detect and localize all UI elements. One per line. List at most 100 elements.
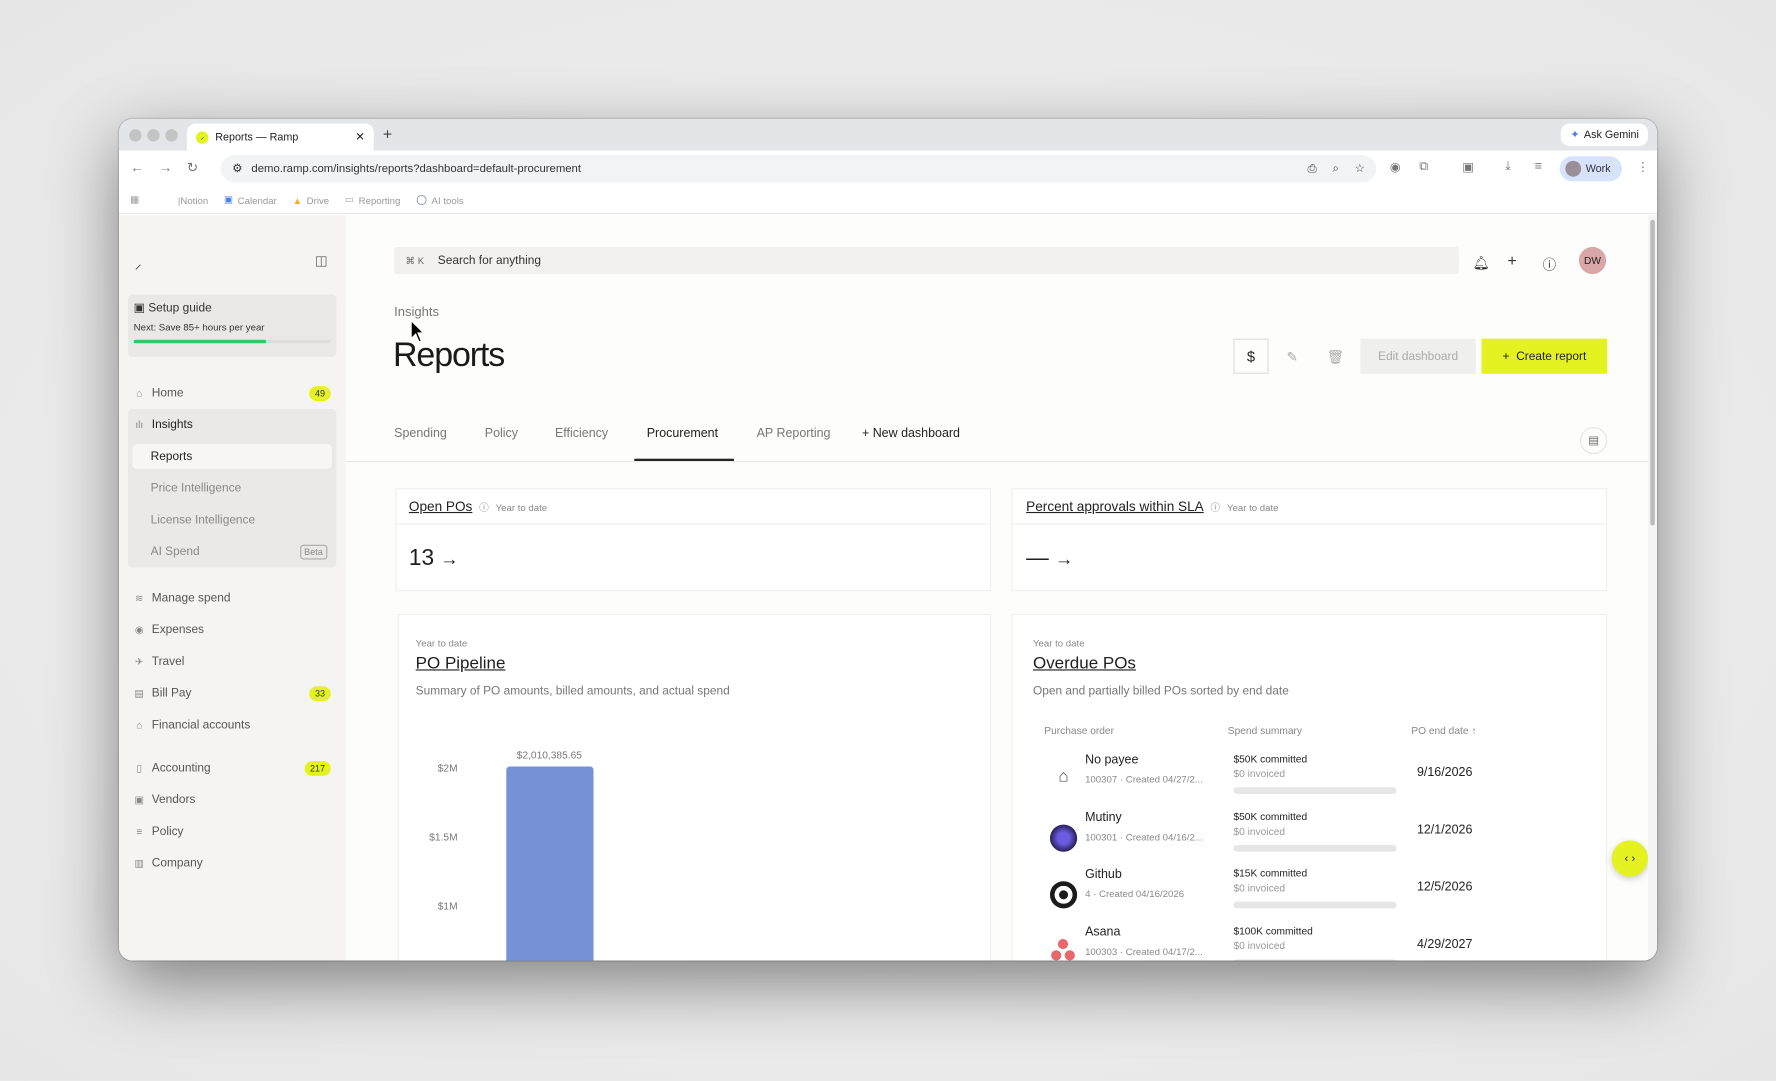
search-input[interactable]: ⌘ K Search for anything bbox=[394, 246, 1459, 275]
table-row[interactable]: Github 4 · Created 04/16/2026 $15K commi… bbox=[1039, 868, 1628, 925]
sidebar-item-price-intelligence[interactable]: Price Intelligence bbox=[133, 476, 332, 501]
kpi-title[interactable]: Open POs bbox=[409, 498, 472, 514]
bookmark-ai-tools[interactable]: ◯ AI tools bbox=[416, 194, 463, 206]
tab-strip: ⸝ Reports — Ramp ✕ + ✦ Ask Gemini bbox=[118, 118, 1658, 151]
sidebar-item-expenses[interactable]: ◉ Expenses bbox=[128, 617, 336, 642]
star-icon[interactable]: ☆ bbox=[1355, 163, 1365, 175]
po-meta: 100303 · Created 04/17/2... bbox=[1085, 945, 1203, 958]
kpi-card-open-pos[interactable]: Open POs ⓘ Year to date 13 → bbox=[395, 488, 992, 592]
trash-icon[interactable]: 🗑︎ bbox=[1324, 339, 1347, 374]
card-title[interactable]: PO Pipeline bbox=[416, 654, 506, 673]
collapse-sidebar-icon[interactable]: ◫ bbox=[315, 253, 328, 269]
column-header-sort[interactable]: PO end date ↑ bbox=[1411, 725, 1476, 736]
sidebar-item-financial-accounts[interactable]: ⌂ Financial accounts bbox=[128, 712, 336, 737]
chart-icon: ılı bbox=[135, 419, 144, 431]
new-tab-button[interactable]: + bbox=[383, 125, 392, 143]
card-title[interactable]: Overdue POs bbox=[1033, 654, 1136, 673]
profile-button[interactable]: Work bbox=[1559, 156, 1622, 182]
arrow-right-icon[interactable]: → bbox=[1055, 550, 1073, 569]
sidebar-item-travel[interactable]: ✈ Travel bbox=[128, 649, 336, 674]
new-dashboard-button[interactable]: + New dashboard bbox=[862, 427, 960, 441]
edit-dashboard-button[interactable]: Edit dashboard bbox=[1360, 338, 1476, 374]
bookmarks-bar: ▦ |Notion ▣ Calendar ▲ Drive ▭ Reporting ◯ A… bbox=[118, 186, 1658, 215]
card-subtitle: Open and partially billed POs sorted by … bbox=[1032, 684, 1289, 698]
bookmark-calendar[interactable]: ▣ Calendar bbox=[224, 194, 277, 206]
scrollbar[interactable] bbox=[1648, 215, 1658, 961]
sidebar-item-license-intelligence[interactable]: License Intelligence bbox=[133, 507, 332, 532]
setup-guide[interactable]: ▣ Setup guide Next: Save 85+ hours per y… bbox=[127, 294, 337, 357]
sidebar-item-home[interactable]: ⌂ Home 49 bbox=[128, 381, 336, 406]
apps-icon[interactable]: ▦ bbox=[130, 194, 139, 206]
ramp-logo-icon[interactable]: ⸝ bbox=[135, 254, 142, 273]
tab-policy[interactable]: Policy bbox=[485, 427, 518, 441]
sidebar-item-bill-pay[interactable]: ▤ Bill Pay 33 bbox=[128, 681, 336, 706]
sidebar-item-company[interactable]: ▥ Company bbox=[128, 851, 336, 876]
reload-icon[interactable]: ↻ bbox=[187, 160, 198, 176]
sidepanel-icon[interactable]: ▣ bbox=[1462, 160, 1474, 175]
tab-spending[interactable]: Spending bbox=[394, 427, 447, 441]
extension-icon[interactable]: ◉ bbox=[1390, 160, 1401, 175]
table-row[interactable]: Asana 100303 · Created 04/17/2... $100K … bbox=[1039, 925, 1628, 961]
forward-icon[interactable]: → bbox=[159, 160, 173, 176]
avatar[interactable]: DW bbox=[1578, 246, 1607, 275]
create-report-button[interactable]: + Create report bbox=[1481, 338, 1608, 374]
bookmark-label: Drive bbox=[306, 194, 330, 206]
label: Policy bbox=[151, 824, 184, 839]
url-bar[interactable]: ⚙ demo.ramp.com/insights/reports?dashboa… bbox=[220, 155, 1377, 183]
minimize-window-button[interactable] bbox=[147, 129, 160, 142]
kpi-period: Year to date bbox=[495, 501, 548, 514]
spend-bar bbox=[1233, 787, 1397, 794]
back-icon[interactable]: ← bbox=[130, 160, 144, 176]
currency-button[interactable]: $ bbox=[1233, 338, 1269, 374]
ask-gemini-button[interactable]: ✦ Ask Gemini bbox=[1561, 123, 1649, 147]
sidebar-item-vendors[interactable]: ▣ Vendors bbox=[128, 787, 336, 812]
label: Manage spend bbox=[151, 591, 231, 605]
close-window-button[interactable] bbox=[129, 129, 142, 142]
bookmark-reporting[interactable]: ▭ Reporting bbox=[345, 194, 400, 206]
sidebar-item-ai-spend[interactable]: AI Spend Beta bbox=[133, 539, 332, 564]
home-icon: ⌂ bbox=[136, 387, 143, 399]
sidebar-item-insights[interactable]: ılı Insights bbox=[128, 412, 336, 437]
code-toggle-button[interactable]: ‹ › bbox=[1611, 840, 1649, 877]
bookmark-notion[interactable]: |Notion bbox=[178, 194, 208, 205]
download-icon[interactable]: ⤓ bbox=[1505, 160, 1511, 175]
install-icon[interactable]: ⎙ bbox=[1308, 163, 1317, 175]
bookmark-drive[interactable]: ▲ Drive bbox=[293, 194, 330, 205]
close-tab-icon[interactable]: ✕ bbox=[355, 131, 365, 143]
dashboard-settings-icon[interactable]: ▤ bbox=[1580, 427, 1608, 455]
edit-icon[interactable]: ✎ bbox=[1281, 339, 1304, 374]
arrow-right-icon[interactable]: → bbox=[440, 550, 458, 569]
layers-icon: ≋ bbox=[135, 591, 144, 604]
table-row[interactable]: ⌂ No payee 100307 · Created 04/27/2... $… bbox=[1039, 753, 1628, 810]
zoom-icon[interactable]: ⌕ bbox=[1332, 163, 1338, 175]
building-icon: ▥ bbox=[134, 856, 145, 869]
sidebar-item-manage-spend[interactable]: ≋ Manage spend bbox=[128, 586, 336, 611]
maximize-window-button[interactable] bbox=[165, 129, 178, 142]
sidebar-item-accounting[interactable]: ▯ Accounting 217 bbox=[128, 755, 336, 780]
help-icon[interactable]: ⓘ bbox=[1543, 255, 1557, 274]
bookmark-label: Calendar bbox=[237, 194, 277, 206]
sidebar-item-policy[interactable]: ≡ Policy bbox=[128, 819, 336, 844]
plus-icon[interactable]: + bbox=[1508, 251, 1517, 269]
browser-tab[interactable]: ⸝ Reports — Ramp ✕ bbox=[186, 123, 374, 151]
site-settings-icon[interactable]: ⚙ bbox=[232, 163, 242, 175]
kpi-title[interactable]: Percent approvals within SLA bbox=[1026, 498, 1204, 514]
tab-ap-reporting[interactable]: AP Reporting bbox=[757, 427, 831, 441]
media-icon[interactable]: ≡ bbox=[1535, 160, 1542, 174]
sidebar-item-reports[interactable]: Reports bbox=[132, 443, 332, 469]
puzzle-icon[interactable]: ⧉ bbox=[1419, 160, 1428, 175]
po-name: Mutiny bbox=[1085, 810, 1122, 825]
invoiced: $0 invoiced bbox=[1233, 767, 1286, 780]
kpi-card-approvals-sla[interactable]: Percent approvals within SLA ⓘ Year to dat… bbox=[1011, 488, 1608, 592]
browser-window: ⸝ Reports — Ramp ✕ + ✦ Ask Gemini ← → ↻ ⚙… bbox=[118, 118, 1658, 961]
scrollbar-thumb[interactable] bbox=[1650, 219, 1655, 526]
tab-procurement[interactable]: Procurement bbox=[647, 427, 718, 441]
tab-efficiency[interactable]: Efficiency bbox=[555, 427, 608, 441]
menu-icon[interactable]: ⋮ bbox=[1637, 160, 1649, 175]
column-header[interactable]: Spend summary bbox=[1228, 725, 1302, 736]
bell-icon[interactable]: 🔔︎ bbox=[1472, 255, 1489, 271]
bar[interactable] bbox=[506, 766, 594, 961]
column-header[interactable]: Purchase order bbox=[1044, 725, 1114, 736]
table-row[interactable]: Mutiny 100301 · Created 04/16/2... $50K … bbox=[1039, 811, 1628, 868]
breadcrumb[interactable]: Insights bbox=[394, 306, 439, 320]
